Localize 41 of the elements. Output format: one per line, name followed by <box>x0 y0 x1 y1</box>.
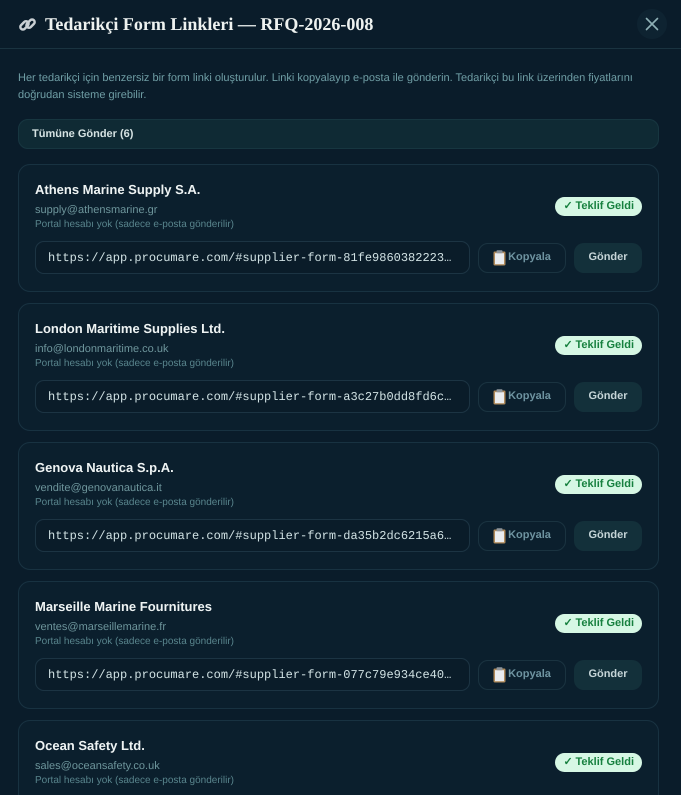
status-badge: ✓ Teklif Geldi <box>555 197 642 216</box>
status-badge: ✓ Teklif Geldi <box>555 753 642 772</box>
send-button[interactable]: Gönder <box>574 660 642 690</box>
link-field[interactable]: https://app.procumare.com/#supplier-form-a3c27b0dd8fd6c… <box>35 380 470 413</box>
description-text: Her tedarikçi için benzersiz bir form linki oluşturulur. Linki kopyalayıp e-posta ile gönderin. Tedarikçi bu link üzerinden fiyatlarını doğrudan sisteme girebilir. <box>18 71 634 103</box>
dialog-title: Tedarikçi Form Linkleri — RFQ-2026-008 <box>45 15 374 33</box>
portal-note: Portal hesabı yok (sadece e-posta gönderilir) <box>35 774 234 788</box>
copy-button[interactable]: Kopyala <box>478 520 566 550</box>
supplier-name: London Maritime Supplies Ltd. <box>35 320 226 338</box>
send-all-button[interactable]: Tümüne Gönder (6) <box>18 119 659 149</box>
copy-button[interactable]: Kopyala <box>478 242 566 272</box>
close-icon <box>645 17 659 31</box>
supplier-name: Ocean Safety Ltd. <box>35 737 146 755</box>
clipboard-icon <box>493 388 506 404</box>
portal-note: Portal hesabı yok (sadece e-posta gönderilir) <box>35 218 234 232</box>
supplier-email: sales@oceansafety.co.uk <box>35 759 161 774</box>
supplier-name: Athens Marine Supply S.A. <box>35 181 202 199</box>
portal-note: Portal hesabı yok (sadece e-posta gönderilir) <box>35 496 234 510</box>
send-button[interactable]: Gönder <box>574 520 642 550</box>
link-field[interactable]: https://app.procumare.com/#supplier-form-da35b2dc6215a6… <box>35 519 470 552</box>
send-button[interactable]: Gönder <box>574 242 642 272</box>
status-badge: ✓ Teklif Geldi <box>555 614 642 633</box>
supplier-email: vendite@genovanautica.it <box>35 481 163 496</box>
supplier-name: Marseille Marine Fournitures <box>35 598 213 616</box>
status-badge: ✓ Teklif Geldi <box>555 475 642 494</box>
supplier-email: ventes@marseillemarine.fr <box>35 620 167 635</box>
clipboard-icon <box>493 666 506 682</box>
supplier-name: Genova Nautica S.p.A. <box>35 459 175 477</box>
link-field[interactable]: https://app.procumare.com/#supplier-form-81fe9860382223… <box>35 241 470 274</box>
copy-button[interactable]: Kopyala <box>478 382 566 412</box>
portal-note: Portal hesabı yok (sadece e-posta gönderilir) <box>35 635 234 649</box>
status-badge: ✓ Teklif Geldi <box>555 336 642 355</box>
supplier-email: supply@athensmarine.gr <box>35 203 158 218</box>
copy-button[interactable]: Kopyala <box>478 660 566 690</box>
close-button[interactable] <box>637 9 667 39</box>
send-button[interactable]: Gönder <box>574 382 642 412</box>
link-field[interactable]: https://app.procumare.com/#supplier-form-077c79e934ce40… <box>35 658 470 691</box>
supplier-email: info@londonmaritime.co.uk <box>35 342 170 357</box>
clipboard-icon <box>493 250 506 266</box>
clipboard-icon <box>493 528 506 544</box>
portal-note: Portal hesabı yok (sadece e-posta gönderilir) <box>35 357 234 371</box>
